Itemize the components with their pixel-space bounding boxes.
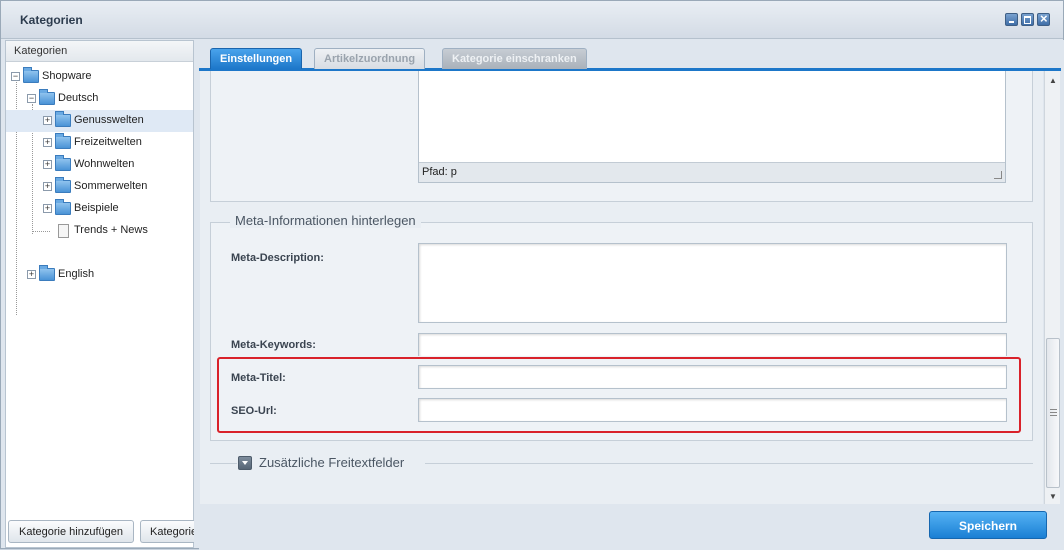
tree-node-freizeitwelten[interactable]: + Freizeitwelten xyxy=(6,132,193,154)
folder-icon xyxy=(39,265,55,281)
window-titlebar: Kategorien xyxy=(1,1,1063,39)
expand-icon[interactable]: + xyxy=(27,270,36,279)
meta-description-field[interactable] xyxy=(418,243,1007,323)
expand-icon[interactable]: + xyxy=(43,138,52,147)
freitext-legend[interactable]: Zusätzliche Freitextfelder xyxy=(253,455,411,470)
scroll-down-icon[interactable]: ▼ xyxy=(1049,492,1057,501)
tree-node-trends-news[interactable]: Trends + News xyxy=(6,220,193,242)
tree-node-shopware[interactable]: − Shopware xyxy=(6,66,193,88)
tab-strip: Einstellungen Artikelzuordnung Kategorie… xyxy=(199,40,1061,71)
tab-artikelzuordnung[interactable]: Artikelzuordnung xyxy=(314,48,426,69)
maximize-icon[interactable] xyxy=(1021,13,1034,26)
fieldset-divider xyxy=(425,463,1033,464)
resize-handle-icon[interactable] xyxy=(994,171,1002,179)
footer-toolbar: Speichern xyxy=(199,505,1064,550)
scroll-thumb[interactable] xyxy=(1046,338,1060,488)
meta-description-label: Meta-Description: xyxy=(231,252,324,264)
tree-node-deutsch[interactable]: − Deutsch xyxy=(6,88,193,110)
scroll-up-icon[interactable]: ▲ xyxy=(1049,76,1057,85)
tree-node-genusswelten[interactable]: + Genusswelten xyxy=(6,110,193,132)
tree-node-wohnwelten[interactable]: + Wohnwelten xyxy=(6,154,193,176)
tree-node-beispiele[interactable]: + Beispiele xyxy=(6,198,193,220)
meta-keywords-field[interactable] xyxy=(418,333,1007,356)
tree-node-sommerwelten[interactable]: + Sommerwelten xyxy=(6,176,193,198)
expand-icon[interactable]: + xyxy=(43,204,52,213)
folder-icon xyxy=(55,111,71,127)
category-detail-panel: Einstellungen Artikelzuordnung Kategorie… xyxy=(199,40,1064,550)
editor-path-bar: Pfad: p xyxy=(419,162,1005,182)
highlight-box xyxy=(217,357,1021,433)
document-icon xyxy=(58,224,69,238)
expand-icon[interactable]: + xyxy=(43,116,52,125)
save-button[interactable]: Speichern xyxy=(929,511,1047,539)
folder-icon xyxy=(55,133,71,149)
tab-einstellungen[interactable]: Einstellungen xyxy=(210,48,303,69)
expand-toggle-icon[interactable] xyxy=(238,456,252,470)
tree-header: Kategorien xyxy=(6,41,193,62)
editor-path-label: Pfad: p xyxy=(422,166,457,178)
folder-icon xyxy=(23,67,39,83)
expand-icon[interactable]: + xyxy=(43,182,52,191)
folder-icon xyxy=(39,89,55,105)
expand-icon[interactable]: + xyxy=(43,160,52,169)
category-tree-panel: Kategorien − Shopware − Deutsch + Genuss… xyxy=(5,40,194,548)
collapse-icon[interactable]: − xyxy=(11,72,20,81)
tab-kategorie-einschranken[interactable]: Kategorie einschranken xyxy=(442,48,587,69)
folder-icon xyxy=(55,155,71,171)
meta-keywords-label: Meta-Keywords: xyxy=(231,339,316,351)
tree-node-english[interactable]: + English xyxy=(6,264,193,286)
fieldset-divider xyxy=(210,463,237,464)
folder-icon xyxy=(55,199,71,215)
add-category-button[interactable]: Kategorie hinzufügen xyxy=(8,520,134,543)
meta-legend: Meta-Informationen hinterlegen xyxy=(230,213,421,228)
minimize-icon[interactable] xyxy=(1005,13,1018,26)
form-scrollbar[interactable]: ▲ ▼ xyxy=(1044,71,1060,504)
settings-form: Pfad: p Meta-Informationen hinterlegen M… xyxy=(200,71,1043,504)
collapse-icon[interactable]: − xyxy=(27,94,36,103)
close-icon[interactable] xyxy=(1037,11,1050,26)
categories-window: Kategorien Kategorien − Shopware − Deuts… xyxy=(0,0,1064,550)
category-action-button[interactable]: Kategorie xyxy=(140,520,194,543)
window-title: Kategorien xyxy=(20,13,83,27)
folder-icon xyxy=(55,177,71,193)
description-editor[interactable]: Pfad: p xyxy=(418,71,1006,183)
